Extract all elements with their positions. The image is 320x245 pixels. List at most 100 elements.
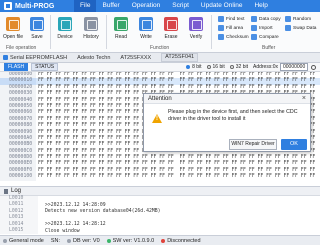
checksum-button[interactable]: Checksum	[218, 34, 249, 40]
buffer-toolbar: FLASH STATUS 8 bit 16 bit 32 bit Address…	[0, 63, 320, 72]
fill-area-button[interactable]: Fill area	[218, 25, 243, 31]
app-logo: Multi-PROG	[0, 2, 74, 10]
radio-dot-icon	[186, 65, 191, 69]
write-button[interactable]: Write	[135, 14, 157, 44]
import-icon	[251, 25, 257, 31]
radio-16bit-label: 16 bit	[212, 64, 225, 70]
checksum-icon	[218, 34, 224, 40]
tab-flash[interactable]: FLASH	[4, 63, 29, 71]
erase-label: Erase	[164, 34, 178, 40]
dialog-title: Attention	[144, 94, 310, 104]
tab-status[interactable]: STATUS	[31, 63, 59, 71]
copy-icon	[251, 16, 257, 22]
menu-script[interactable]: Script	[166, 0, 195, 12]
save-label: Save	[31, 34, 43, 40]
radio-8bit-label: 8 bit	[192, 64, 202, 70]
history-icon	[84, 17, 98, 31]
compare-label: Compare	[259, 34, 279, 40]
open-file-button[interactable]: Open file	[2, 14, 24, 44]
status-sn: SN:	[50, 237, 61, 244]
menu-update-online[interactable]: Update Online	[195, 0, 249, 12]
file-operation-group-label: File operation	[6, 45, 37, 51]
title-bar: Multi-PROG File Buffer Operation Script …	[0, 0, 320, 12]
buffer-group-label: Buffer	[262, 45, 276, 51]
log-header: Log	[0, 187, 320, 196]
chip-type: Serial EEPROMFLASH	[10, 54, 68, 61]
swap-data-button[interactable]: Swap Data	[285, 25, 316, 31]
win7-repair-driver-button[interactable]: WIN7 Repair Driver	[229, 139, 277, 150]
fill-icon	[218, 25, 224, 31]
folder-icon	[6, 17, 20, 31]
checksum-label: Checksum	[226, 34, 249, 40]
find-text-label: Find text	[226, 16, 245, 22]
close-icon[interactable]: ×	[302, 94, 306, 104]
chip-icon	[58, 17, 72, 31]
random-icon	[285, 16, 291, 22]
dialog-message: Please plug in the device first, and the…	[168, 109, 298, 122]
history-button[interactable]: History	[80, 14, 102, 44]
find-text-button[interactable]: Find text	[218, 16, 244, 22]
chip-icon	[3, 55, 8, 60]
open-file-label: Open file	[2, 34, 23, 40]
device-info-strip: Serial EEPROMFLASH Adesto Techn AT25SFXX…	[0, 53, 320, 63]
function-group-label: Function	[150, 45, 170, 51]
address-label: Address:0x	[252, 64, 278, 70]
hex-row[interactable]: 00000100 FF FF FF FF FF FF FF FF FF FF FF…	[0, 174, 320, 181]
menu-help[interactable]: Help	[248, 0, 273, 12]
address-input[interactable]: 00000000	[280, 63, 308, 71]
radio-dot-icon	[206, 65, 211, 69]
warning-icon-mark: !	[156, 116, 158, 122]
radio-32bit-label: 32 bit	[235, 64, 248, 70]
radio-8bit[interactable]: 8 bit	[186, 64, 202, 70]
swap-data-label: Swap Data	[293, 25, 317, 31]
menu-operation[interactable]: Operation	[126, 0, 167, 12]
app-logo-icon	[4, 2, 12, 10]
hex-row-address: 00000100	[0, 174, 36, 181]
device-name-badge[interactable]: AT25SF041	[161, 53, 199, 62]
log-line-number: L0015	[0, 227, 38, 235]
compare-icon	[251, 34, 257, 40]
device-button[interactable]: Device	[54, 14, 76, 44]
import-button[interactable]: Import	[251, 25, 273, 31]
software-icon	[106, 238, 111, 243]
log-lines: L0010 L0011 >>2023.12.12 14:28:09 L0012 Dete…	[0, 196, 320, 235]
ribbon-separator	[211, 15, 212, 49]
device-label: Device	[57, 34, 73, 40]
log-icon	[4, 188, 8, 194]
status-bar: General mode SN: DB ver: V0 SW ver: V1.0…	[0, 235, 320, 245]
verify-label: Verify	[189, 34, 203, 40]
radio-dot-icon	[229, 65, 234, 69]
status-db-version-label: DB ver: V0	[73, 237, 100, 244]
save-button[interactable]: Save	[26, 14, 48, 44]
radio-32bit[interactable]: 32 bit	[229, 64, 248, 70]
ribbon-toolbar: Open file Save File operation Device His…	[0, 12, 320, 53]
import-label: Import	[259, 25, 273, 31]
menu-file[interactable]: File	[74, 0, 97, 12]
disconnected-icon	[161, 238, 166, 243]
menu-buffer[interactable]: Buffer	[96, 0, 125, 12]
data-copy-button[interactable]: Data copy	[251, 16, 281, 22]
read-label: Read	[115, 34, 127, 40]
goto-address-icon[interactable]	[311, 64, 316, 70]
log-line-text: >>2023.12.12 14:28:12	[45, 222, 106, 228]
hex-row-bytes[interactable]: FF FF FF FF FF FF FF FF FF FF FF FF FF F…	[36, 174, 315, 180]
erase-button[interactable]: Erase	[160, 14, 182, 44]
status-sw-version: SW ver: V1.0.9.0	[106, 237, 155, 244]
write-icon	[139, 17, 153, 31]
log-panel: Log L0010 L0011 >>2023.12.12 14:28:09 L0012…	[0, 186, 320, 235]
read-button[interactable]: Read	[110, 14, 132, 44]
read-icon	[114, 17, 128, 31]
log-line-text: Detects new version database04(26d.42MB)	[45, 209, 161, 215]
ok-button[interactable]: OK	[281, 139, 307, 150]
status-sw-version-label: SW ver: V1.0.9.0	[112, 237, 155, 244]
random-button[interactable]: Random	[285, 16, 311, 22]
search-icon	[218, 16, 224, 22]
compare-button[interactable]: Compare	[251, 34, 279, 40]
radio-16bit[interactable]: 16 bit	[206, 64, 225, 70]
random-label: Random	[293, 16, 312, 22]
menu-bar: File Buffer Operation Script Update Onli…	[74, 0, 274, 12]
log-line: L0015 Close window	[0, 227, 320, 235]
verify-button[interactable]: Verify	[185, 14, 207, 44]
eraser-icon	[164, 17, 178, 31]
history-label: History	[83, 34, 99, 40]
